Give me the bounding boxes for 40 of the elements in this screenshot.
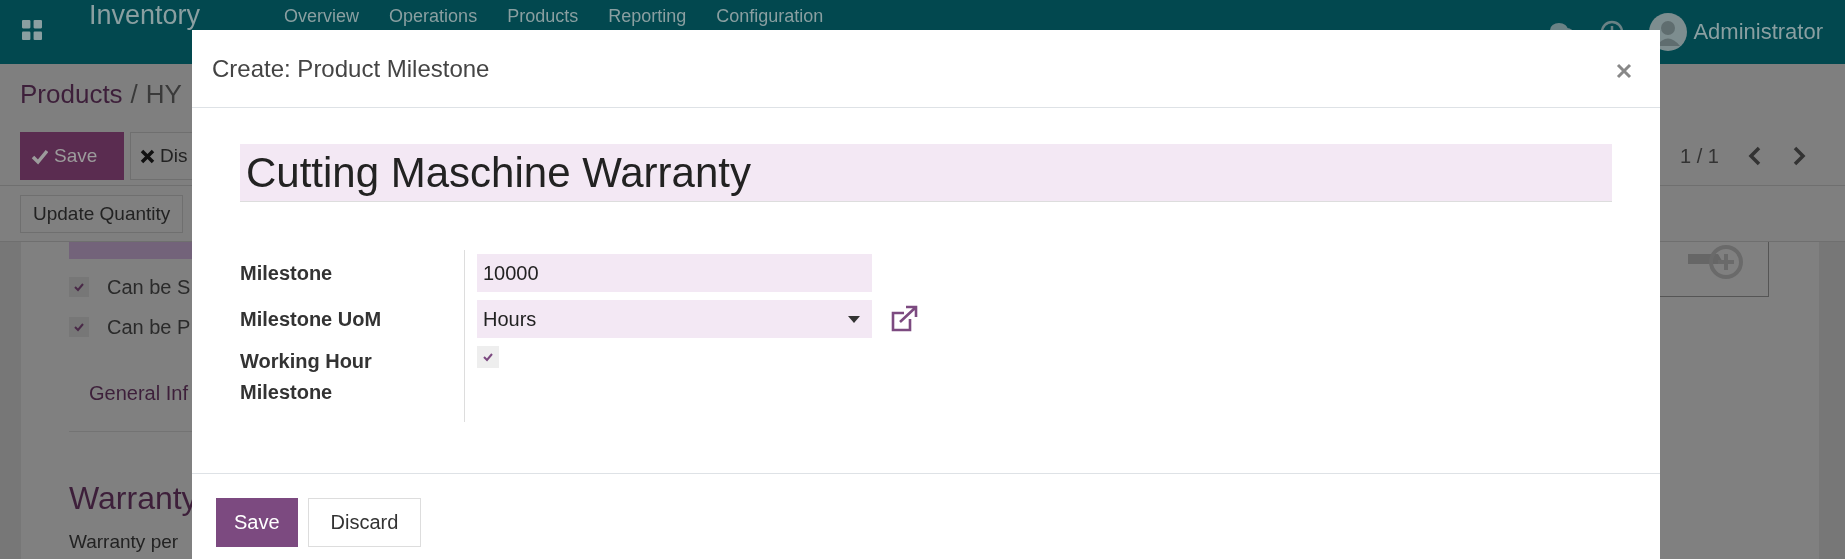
check-icon: [31, 147, 48, 165]
apps-menu-icon[interactable]: [22, 20, 42, 40]
uom-select[interactable]: Hours: [477, 300, 872, 338]
checkbox-label: Can be S: [107, 275, 191, 299]
pager-value: 1 / 1: [1680, 144, 1719, 168]
menu-item[interactable]: Reporting: [608, 6, 687, 26]
field-label: Warranty per: [69, 531, 179, 553]
tab[interactable]: General Inf: [89, 381, 188, 405]
field-label: Working Hour Milestone: [240, 349, 373, 405]
save-button[interactable]: Save: [216, 498, 298, 547]
field-label: Milestone UoM: [240, 306, 382, 332]
checkbox[interactable]: [477, 346, 499, 368]
discard-button[interactable]: Discard: [307, 498, 422, 547]
checkbox[interactable]: [69, 277, 89, 297]
user-name[interactable]: Administrator: [1693, 19, 1823, 45]
check-icon: [73, 321, 85, 333]
name-field[interactable]: Cutting Maschine Warranty: [240, 144, 1612, 202]
check-icon: [482, 351, 494, 363]
milestone-input[interactable]: 10000: [477, 254, 872, 292]
dialog-title: Create: Product Milestone: [212, 54, 491, 83]
close-icon: [1616, 62, 1632, 79]
save-button[interactable]: Save: [20, 132, 124, 180]
previous-icon[interactable]: [1747, 145, 1763, 167]
close-icon: [139, 147, 156, 165]
checkbox-label: Can be P: [107, 315, 191, 339]
check-icon: [73, 281, 85, 293]
menu-item[interactable]: Overview: [284, 6, 360, 26]
update-quantity-button[interactable]: Update Quantity: [20, 195, 184, 233]
menu-item[interactable]: Configuration: [716, 6, 824, 26]
breadcrumb-separator: /: [130, 78, 138, 110]
caret-icon: [848, 315, 860, 323]
menu-item[interactable]: Operations: [389, 6, 478, 26]
field-label: Milestone: [240, 260, 333, 286]
menu-item[interactable]: Products: [507, 6, 579, 26]
next-icon[interactable]: [1791, 145, 1807, 167]
app-name[interactable]: Inventory: [89, 1, 201, 29]
breadcrumb-current: HY: [145, 78, 182, 110]
breadcrumb-link[interactable]: Products: [20, 78, 123, 110]
checkbox[interactable]: [69, 317, 89, 337]
section-title: Warranty: [69, 480, 198, 517]
